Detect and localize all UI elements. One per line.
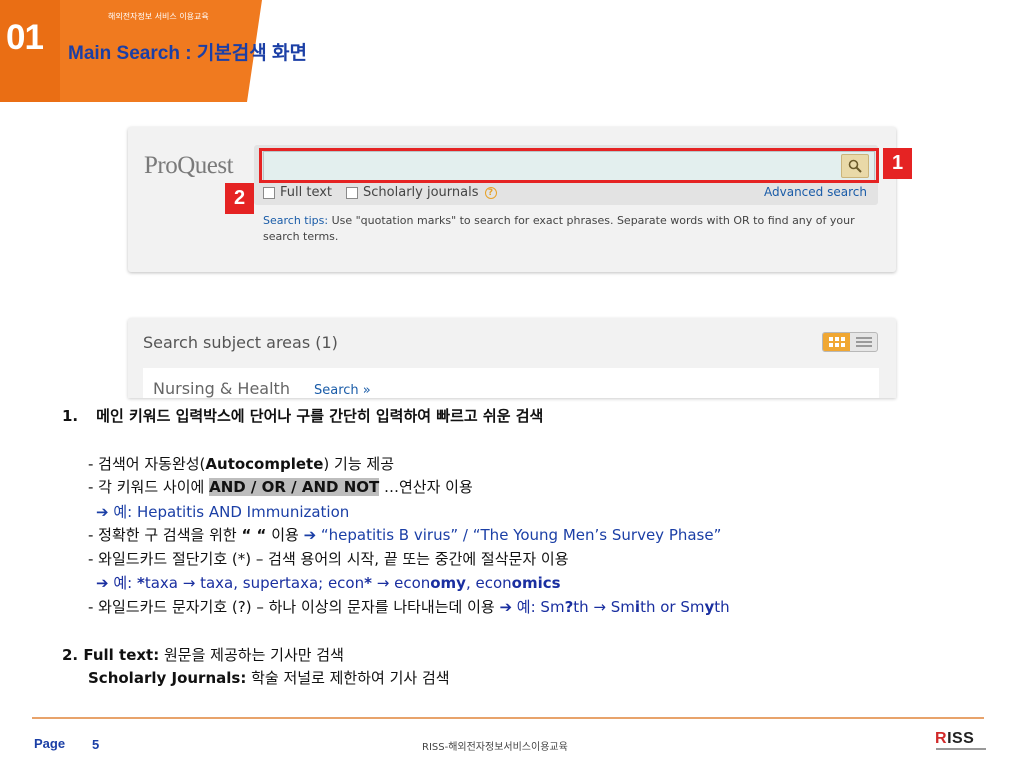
wild-f: th or Sm — [640, 598, 705, 616]
grid-view-icon[interactable] — [823, 333, 850, 351]
line-autocomplete-c: ) 기능 제공 — [323, 455, 394, 473]
footer-text: RISS-해외전자정보서비스이용교육 — [422, 742, 568, 753]
wild-b: ➔ 예: Sm — [499, 598, 565, 616]
line-operators-a: - 각 키워드 사이에 — [88, 478, 210, 496]
full-text-checkbox[interactable] — [263, 186, 275, 199]
line-phrase-d: ➔ “hepatitis B virus” / “The Young Men’s… — [303, 526, 722, 544]
list-view-icon[interactable] — [850, 333, 877, 351]
trunc-d: * — [364, 574, 372, 592]
trunc-a: ➔ 예: — [96, 574, 137, 592]
line-example-truncation: ➔ 예: *taxa → taxa, supertaxa; econ* → ec… — [96, 573, 561, 593]
line-operators-c: …연산자 이용 — [379, 478, 473, 496]
search-filters: Full text Scholarly journals ? — [263, 185, 497, 200]
line-autocomplete-a: - 검색어 자동완성( — [88, 455, 206, 473]
proquest-logo: ProQuest — [144, 152, 234, 179]
line-truncation: - 와일드카드 절단기호 (*) – 검색 용어의 시작, 끝 또는 중간에 절… — [88, 550, 569, 568]
wild-example: ➔ 예: Sm?th → Smith or Smyth — [499, 598, 729, 616]
line-operators: - 각 키워드 사이에 AND / OR / AND NOT …연산자 이용 — [88, 477, 473, 497]
item-2-label: 2. Full text: — [62, 646, 160, 664]
page-label: Page — [34, 736, 66, 751]
subject-search-link[interactable]: Search » — [314, 383, 371, 398]
trunc-h: omics — [511, 574, 561, 592]
line-wildcard: - 와일드카드 문자기호 (?) – 하나 이상의 문자를 나타내는데 이용 ➔… — [88, 597, 730, 617]
line-example-and: ➔ 예: Hepatitis AND Immunization — [96, 503, 350, 521]
advanced-search-link[interactable]: Advanced search — [764, 185, 867, 199]
slide-title: Main Search : 기본검색 화면 — [68, 43, 307, 64]
trunc-g: , econ — [465, 574, 512, 592]
search-tips-label[interactable]: Search tips: — [263, 214, 328, 227]
subject-name: Nursing & Health — [153, 379, 290, 398]
line-phrase-c: 이용 — [266, 526, 304, 544]
item-1-heading: 1. 메인 키워드 입력박스에 단어나 구를 간단히 입력하여 빠르고 쉬운 검색 — [62, 406, 543, 426]
page-number: 5 — [92, 737, 100, 752]
line-phrase-b: “ “ — [241, 526, 267, 544]
course-label: 해외전자정보 서비스 이용교육 — [108, 12, 209, 21]
footer-divider — [32, 717, 984, 719]
callout-badge-2: 2 — [225, 183, 254, 214]
subject-areas-title: Search subject areas (1) — [143, 333, 338, 352]
scholarly-label: Scholarly journals — [363, 185, 479, 200]
search-tips-text: Use "quotation marks" to search for exac… — [263, 214, 855, 243]
wild-c: ? — [564, 598, 574, 616]
riss-logo: RISS — [935, 730, 975, 747]
subject-row: Nursing & Health Search » — [143, 368, 879, 398]
line-autocomplete: - 검색어 자동완성(Autocomplete) 기능 제공 — [88, 454, 394, 474]
line-autocomplete-b: Autocomplete — [205, 455, 324, 473]
trunc-b: * — [136, 574, 145, 592]
full-text-label: Full text — [280, 185, 333, 200]
line-phrase-a: - 정확한 구 검색을 위한 — [88, 526, 242, 544]
wild-g: y — [704, 598, 715, 616]
wild-a: - 와일드카드 문자기호 (?) – 하나 이상의 문자를 나타내는데 이용 — [88, 598, 500, 616]
trunc-e: → econ — [371, 574, 431, 592]
item-1-number: 1. — [62, 407, 79, 425]
wild-d: th → Sm — [573, 598, 635, 616]
view-toggle[interactable] — [822, 332, 878, 352]
item-1-text: 메인 키워드 입력박스에 단어나 구를 간단히 입력하여 빠르고 쉬운 검색 — [96, 407, 544, 425]
callout-badge-1: 1 — [883, 148, 912, 179]
line-operators-b: AND / OR / AND NOT — [209, 478, 380, 496]
item-2-fulltext: 2. Full text: 원문을 제공하는 기사만 검색 — [62, 645, 344, 665]
trunc-c: taxa → taxa, supertaxa; econ — [144, 574, 365, 592]
subject-areas-panel: Search subject areas (1) Nursing & Healt… — [128, 318, 896, 398]
slide-number: 01 — [6, 18, 44, 57]
line-phrase: - 정확한 구 검색을 위한 “ “ 이용 ➔ “hepatitis B vir… — [88, 525, 721, 545]
item-2-scholarly: Scholarly Journals: 학술 저널로 제한하여 기사 검색 — [88, 668, 450, 688]
scholarly-checkbox[interactable] — [346, 186, 359, 199]
item-2-scholarly-label: Scholarly Journals: — [88, 669, 247, 687]
help-icon[interactable]: ? — [484, 186, 497, 199]
riss-logo-underline — [936, 748, 986, 750]
search-tips: Search tips: Use "quotation marks" to se… — [263, 213, 863, 245]
item-2-desc: 원문을 제공하는 기사만 검색 — [159, 646, 344, 664]
trunc-f: omy — [430, 574, 466, 592]
item-2-scholarly-desc: 학술 저널로 제한하여 기사 검색 — [246, 669, 450, 687]
wild-h: th — [714, 598, 730, 616]
highlight-box-search — [259, 148, 879, 183]
